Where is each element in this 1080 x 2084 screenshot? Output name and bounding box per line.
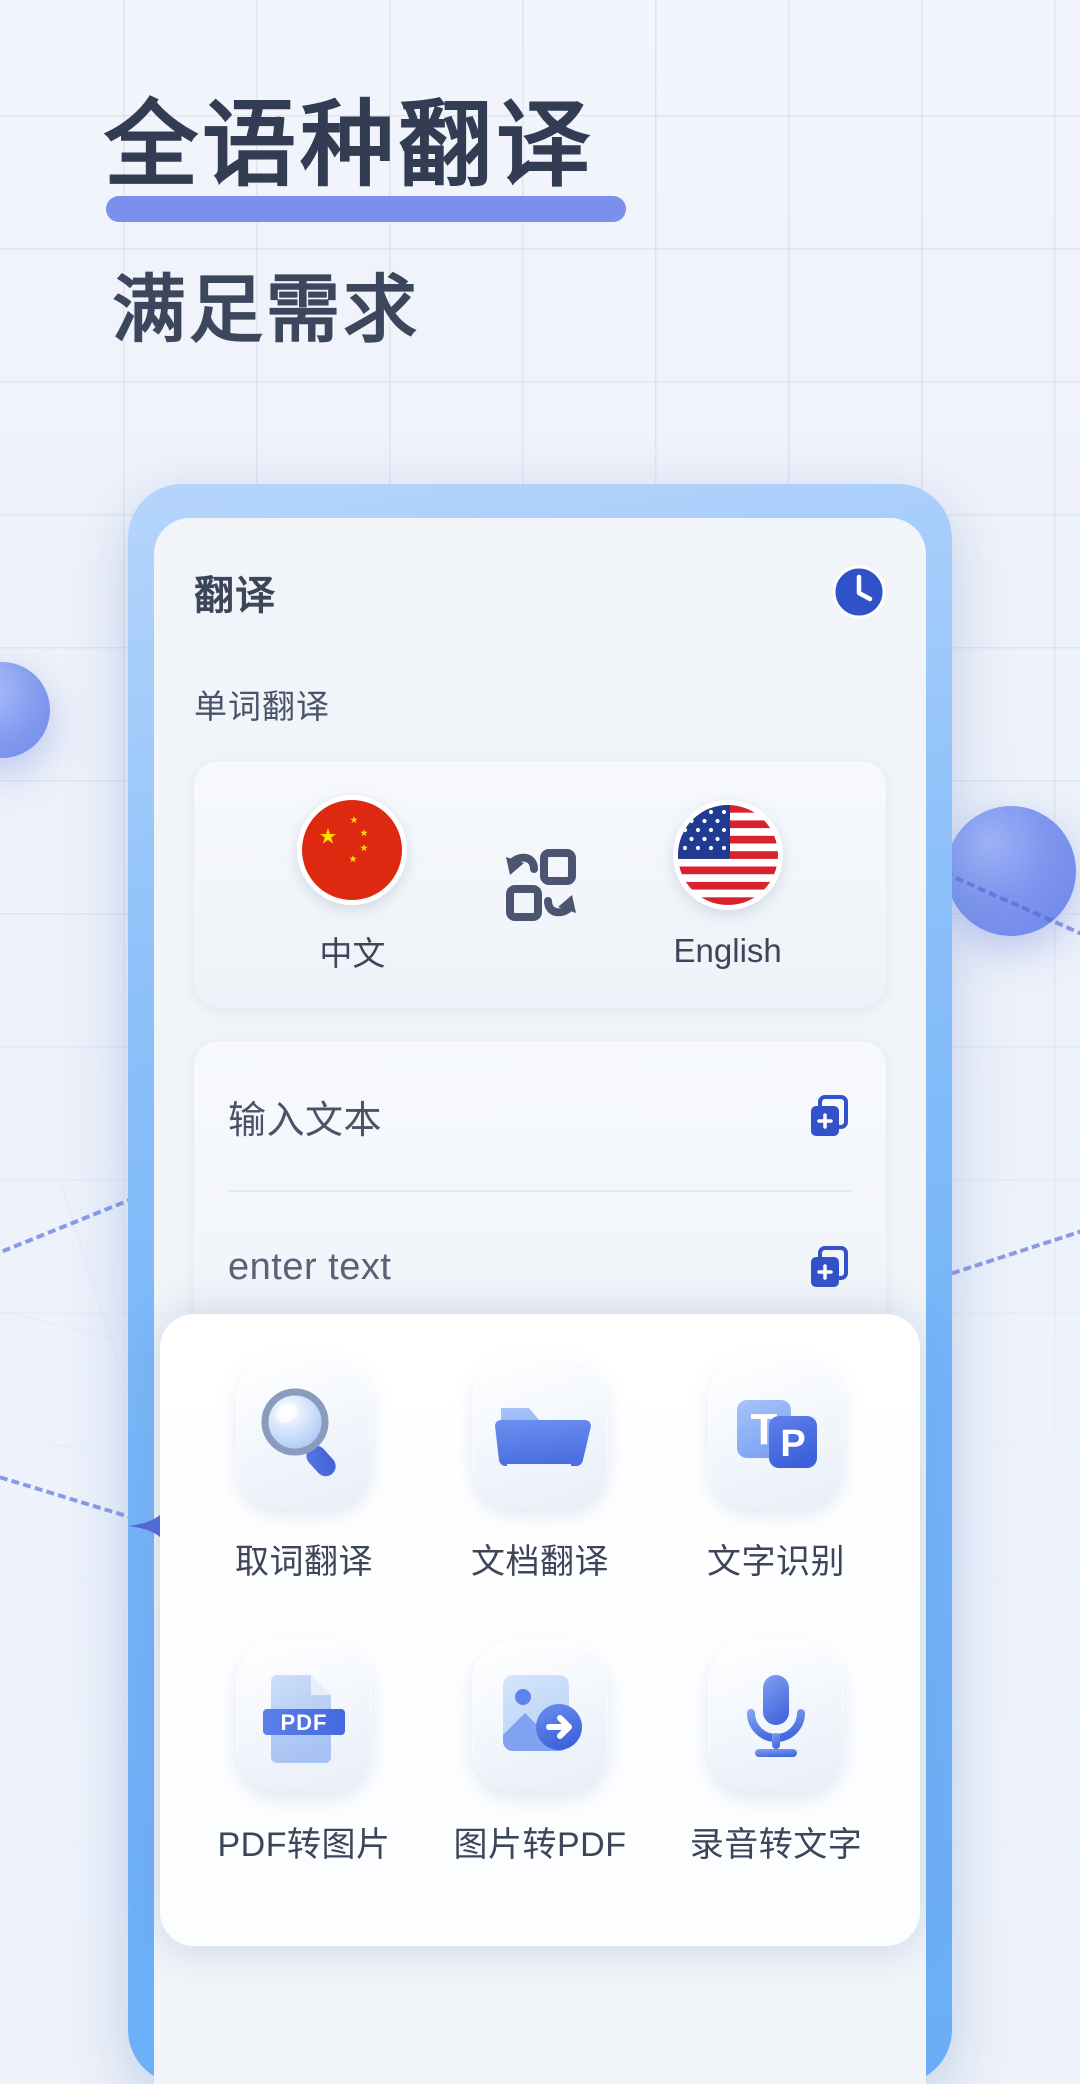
flag-usa-icon [672, 800, 783, 910]
language-selector-card: 中文 English [194, 762, 886, 1008]
target-language-selector[interactable]: English [613, 800, 843, 970]
target-text-placeholder: enter text [228, 1245, 392, 1288]
svg-text:P: P [780, 1423, 805, 1465]
app-title: 翻译 [194, 574, 276, 618]
svg-text:PDF: PDF [281, 1710, 328, 1735]
tool-tile: T P [708, 1358, 844, 1508]
target-language-label: English [673, 932, 782, 969]
tool-tile [472, 1641, 608, 1791]
headline-underline [106, 196, 626, 222]
image-to-pdf-icon [503, 1675, 582, 1751]
tools-bottom-sheet: 取词翻译 文档翻译 T P 文字识别 PDF PDF转图片 图片转PDF 录音转… [160, 1314, 920, 1946]
microphone-icon [747, 1675, 805, 1757]
tool-item-text-recognition[interactable]: T P 文字识别 [658, 1358, 894, 1583]
magnifier-icon [261, 1388, 336, 1477]
hero-headline-wrap: 全语种翻译 [104, 92, 595, 197]
tool-item-word-pick-translate[interactable]: 取词翻译 [186, 1358, 422, 1583]
text-recognition-icon: T P [737, 1400, 817, 1468]
page-subtitle: 满足需求 [112, 268, 420, 351]
section-label-word-translate: 单词翻译 [194, 688, 330, 725]
tool-tile: PDF [236, 1641, 372, 1791]
copy-add-icon[interactable] [806, 1244, 852, 1290]
tool-tile [472, 1358, 608, 1508]
clock-history-icon[interactable] [832, 565, 886, 619]
app-bar: 翻译 [194, 562, 886, 622]
tools-grid: 取词翻译 文档翻译 T P 文字识别 PDF PDF转图片 图片转PDF 录音转… [186, 1358, 894, 1866]
source-text-row[interactable]: 输入文本 [228, 1042, 852, 1192]
source-language-selector[interactable]: 中文 [237, 795, 467, 975]
folder-icon [495, 1408, 591, 1477]
tool-label: 文档翻译 [471, 1543, 609, 1581]
translation-text-card: 输入文本 enter text [194, 1042, 886, 1342]
copy-add-icon[interactable] [806, 1093, 852, 1139]
tool-item-image-to-pdf[interactable]: 图片转PDF [422, 1641, 658, 1866]
decorative-blob-right [946, 806, 1076, 936]
source-text-placeholder: 输入文本 [228, 1099, 383, 1142]
source-language-label: 中文 [319, 935, 386, 972]
page-title: 全语种翻译 [104, 92, 595, 197]
tool-label: 图片转PDF [453, 1826, 627, 1864]
tool-tile [236, 1358, 372, 1508]
flag-china-icon [297, 795, 408, 905]
tool-label: 取词翻译 [235, 1543, 373, 1581]
tool-item-document-translate[interactable]: 文档翻译 [422, 1358, 658, 1583]
pdf-file-icon: PDF [263, 1675, 345, 1763]
tool-tile [708, 1641, 844, 1791]
tool-label: PDF转图片 [217, 1826, 391, 1864]
tool-item-pdf-to-image[interactable]: PDF PDF转图片 [186, 1641, 422, 1866]
tool-label: 文字识别 [707, 1543, 845, 1581]
tool-item-audio-to-text[interactable]: 录音转文字 [658, 1641, 894, 1866]
tool-label: 录音转文字 [689, 1826, 863, 1864]
swap-languages-icon[interactable] [498, 843, 582, 927]
